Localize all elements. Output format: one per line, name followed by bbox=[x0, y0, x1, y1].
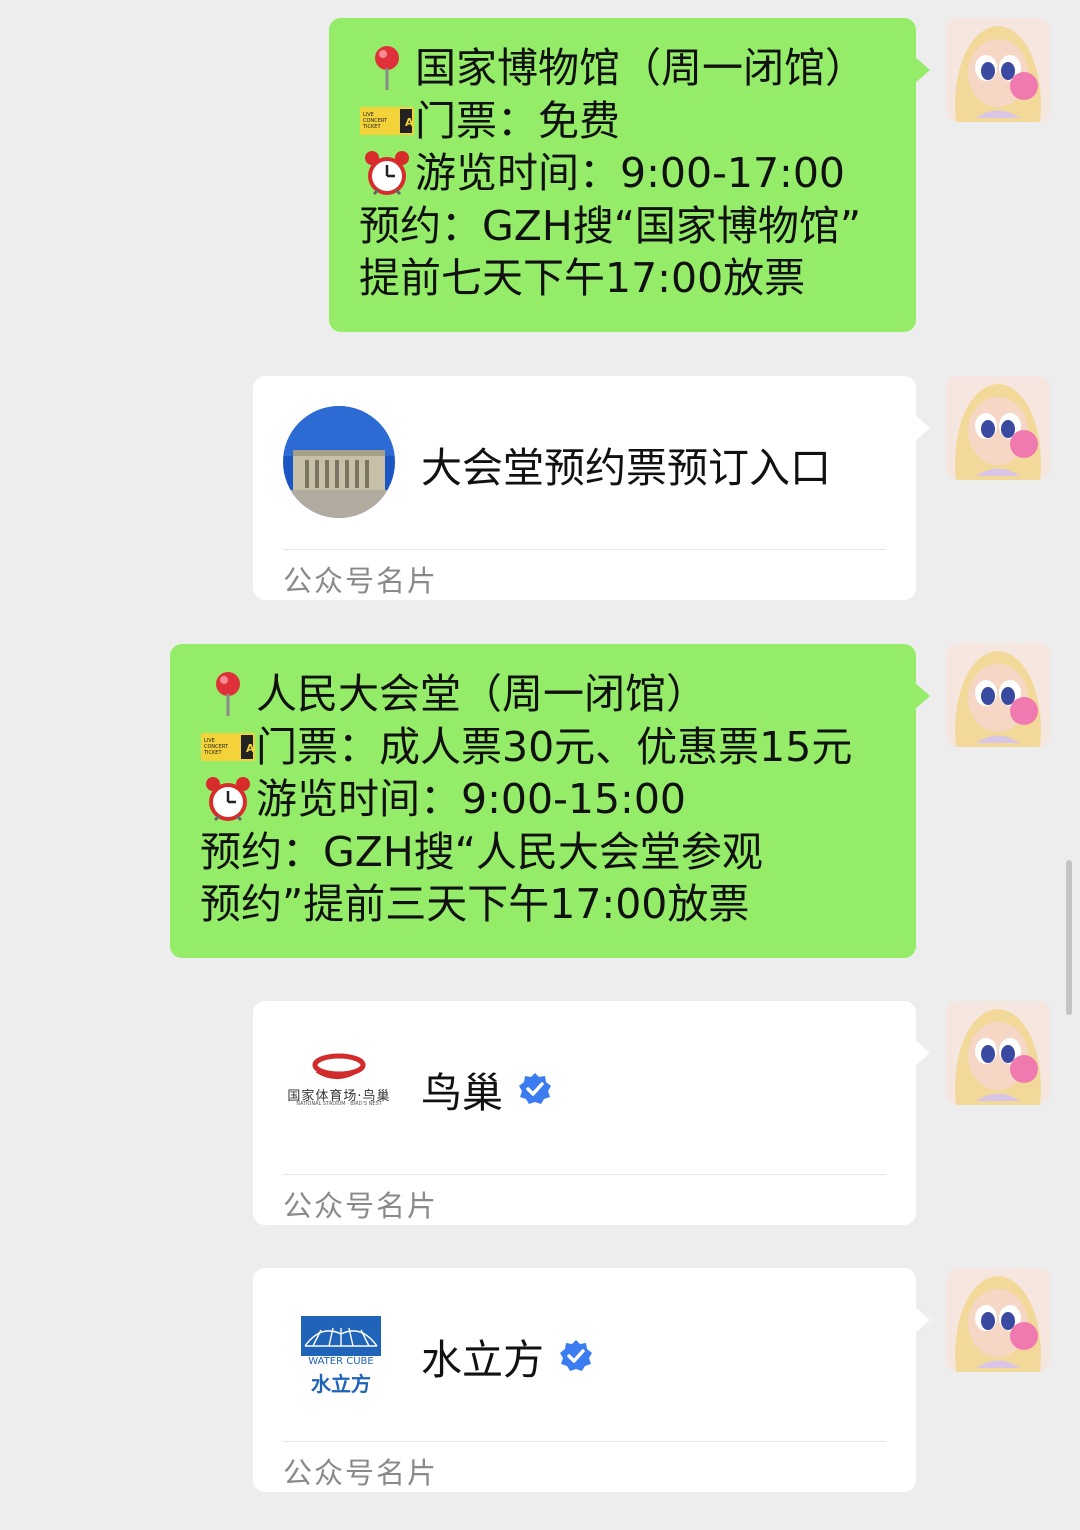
svg-text:A: A bbox=[246, 742, 255, 755]
svg-text:TICKET: TICKET bbox=[203, 750, 222, 756]
message-line: 预约”提前三天下午17:00放票 bbox=[200, 878, 916, 931]
water-cube-logo-mark bbox=[301, 1316, 381, 1356]
card-title: 大会堂预约票预订入口 bbox=[421, 438, 831, 492]
avatar[interactable] bbox=[946, 376, 1050, 480]
alarm-clock-icon bbox=[359, 147, 415, 199]
card-title-text: 水立方 bbox=[421, 1336, 544, 1384]
message-bubble-national-museum[interactable]: 国家博物馆（周一闭馆） A LIVE CONCERT TICKET 门票：免费 游览时… bbox=[329, 18, 930, 332]
divider bbox=[283, 549, 886, 550]
official-account-card-great-hall[interactable]: 大会堂预约票预订入口 公众号名片 bbox=[253, 376, 930, 600]
verified-badge-icon bbox=[519, 1073, 551, 1104]
birds-nest-logo: 国家体育场·鸟巢 NATIONAL STADIUM · BIRD'S NEST bbox=[283, 1041, 395, 1131]
water-cube-logo-subtext: WATER CUBE bbox=[308, 1356, 374, 1367]
message-bubble-great-hall[interactable]: 人民大会堂（周一闭馆） A LIVE CONCERT TICKET 门票：成人票30元… bbox=[170, 644, 930, 958]
svg-text:A: A bbox=[405, 116, 414, 129]
card-type-label: 公众号名片 bbox=[283, 564, 439, 598]
card-type-label: 公众号名片 bbox=[283, 1456, 439, 1490]
message-line: 国家博物馆（周一闭馆） bbox=[359, 42, 916, 95]
message-text: 游览时间：9:00-15:00 bbox=[256, 775, 687, 823]
avatar[interactable] bbox=[946, 1268, 1050, 1372]
message-text: 预约”提前三天下午17:00放票 bbox=[200, 880, 750, 928]
great-hall-photo bbox=[283, 406, 395, 518]
message-line: A LIVE CONCERT TICKET 门票：免费 bbox=[359, 95, 916, 148]
message-line: 人民大会堂（周一闭馆） bbox=[200, 668, 916, 721]
alarm-clock-icon bbox=[200, 773, 256, 825]
water-cube-logo: WATER CUBE 水立方 bbox=[301, 1316, 381, 1406]
svg-text:TICKET: TICKET bbox=[362, 124, 381, 130]
official-account-card-birds-nest[interactable]: 国家体育场·鸟巢 NATIONAL STADIUM · BIRD'S NEST … bbox=[253, 1001, 930, 1225]
message-text: 预约：GZH搜“国家博物馆” bbox=[359, 201, 862, 250]
card-title: 水立方 bbox=[421, 1330, 594, 1384]
water-cube-logo-text: 水立方 bbox=[311, 1372, 371, 1396]
message-text: 提前七天下午17:00放票 bbox=[359, 254, 806, 302]
message-title: 国家博物馆（周一闭馆） bbox=[415, 44, 866, 92]
avatar[interactable] bbox=[946, 1001, 1050, 1105]
divider bbox=[283, 1174, 886, 1175]
message-text: 门票：成人票30元、优惠票15元 bbox=[256, 722, 853, 771]
birds-nest-logo-subtext: NATIONAL STADIUM · BIRD'S NEST bbox=[296, 1101, 382, 1107]
avatar[interactable] bbox=[946, 18, 1050, 122]
verified-badge-icon bbox=[560, 1340, 592, 1371]
card-title-text: 大会堂预约票预订入口 bbox=[421, 444, 831, 492]
message-text: 门票：免费 bbox=[415, 96, 620, 145]
message-line: A LIVE CONCERT TICKET 门票：成人票30元、优惠票15元 bbox=[200, 721, 916, 774]
official-account-card-water-cube[interactable]: WATER CUBE 水立方 水立方 公众号名片 bbox=[253, 1268, 930, 1492]
card-title: 鸟巢 bbox=[421, 1063, 553, 1117]
message-text: 预约：GZH搜“人民大会堂参观 bbox=[200, 827, 763, 876]
pin-icon bbox=[359, 42, 415, 94]
message-title: 人民大会堂（周一闭馆） bbox=[256, 670, 707, 718]
message-line: 游览时间：9:00-15:00 bbox=[200, 773, 916, 826]
pin-icon bbox=[200, 668, 256, 720]
ticket-icon: A LIVE CONCERT TICKET bbox=[359, 95, 415, 147]
ticket-icon: A LIVE CONCERT TICKET bbox=[200, 721, 256, 773]
message-line: 预约：GZH搜“人民大会堂参观 bbox=[200, 826, 916, 879]
card-type-label: 公众号名片 bbox=[283, 1189, 439, 1223]
card-title-text: 鸟巢 bbox=[421, 1069, 503, 1117]
avatar[interactable] bbox=[946, 643, 1050, 747]
message-line: 预约：GZH搜“国家博物馆” bbox=[359, 200, 916, 253]
scrollbar[interactable] bbox=[1066, 860, 1072, 1015]
message-line: 提前七天下午17:00放票 bbox=[359, 252, 916, 305]
divider bbox=[283, 1441, 886, 1442]
message-text: 游览时间：9:00-17:00 bbox=[415, 149, 846, 197]
message-line: 游览时间：9:00-17:00 bbox=[359, 147, 916, 200]
